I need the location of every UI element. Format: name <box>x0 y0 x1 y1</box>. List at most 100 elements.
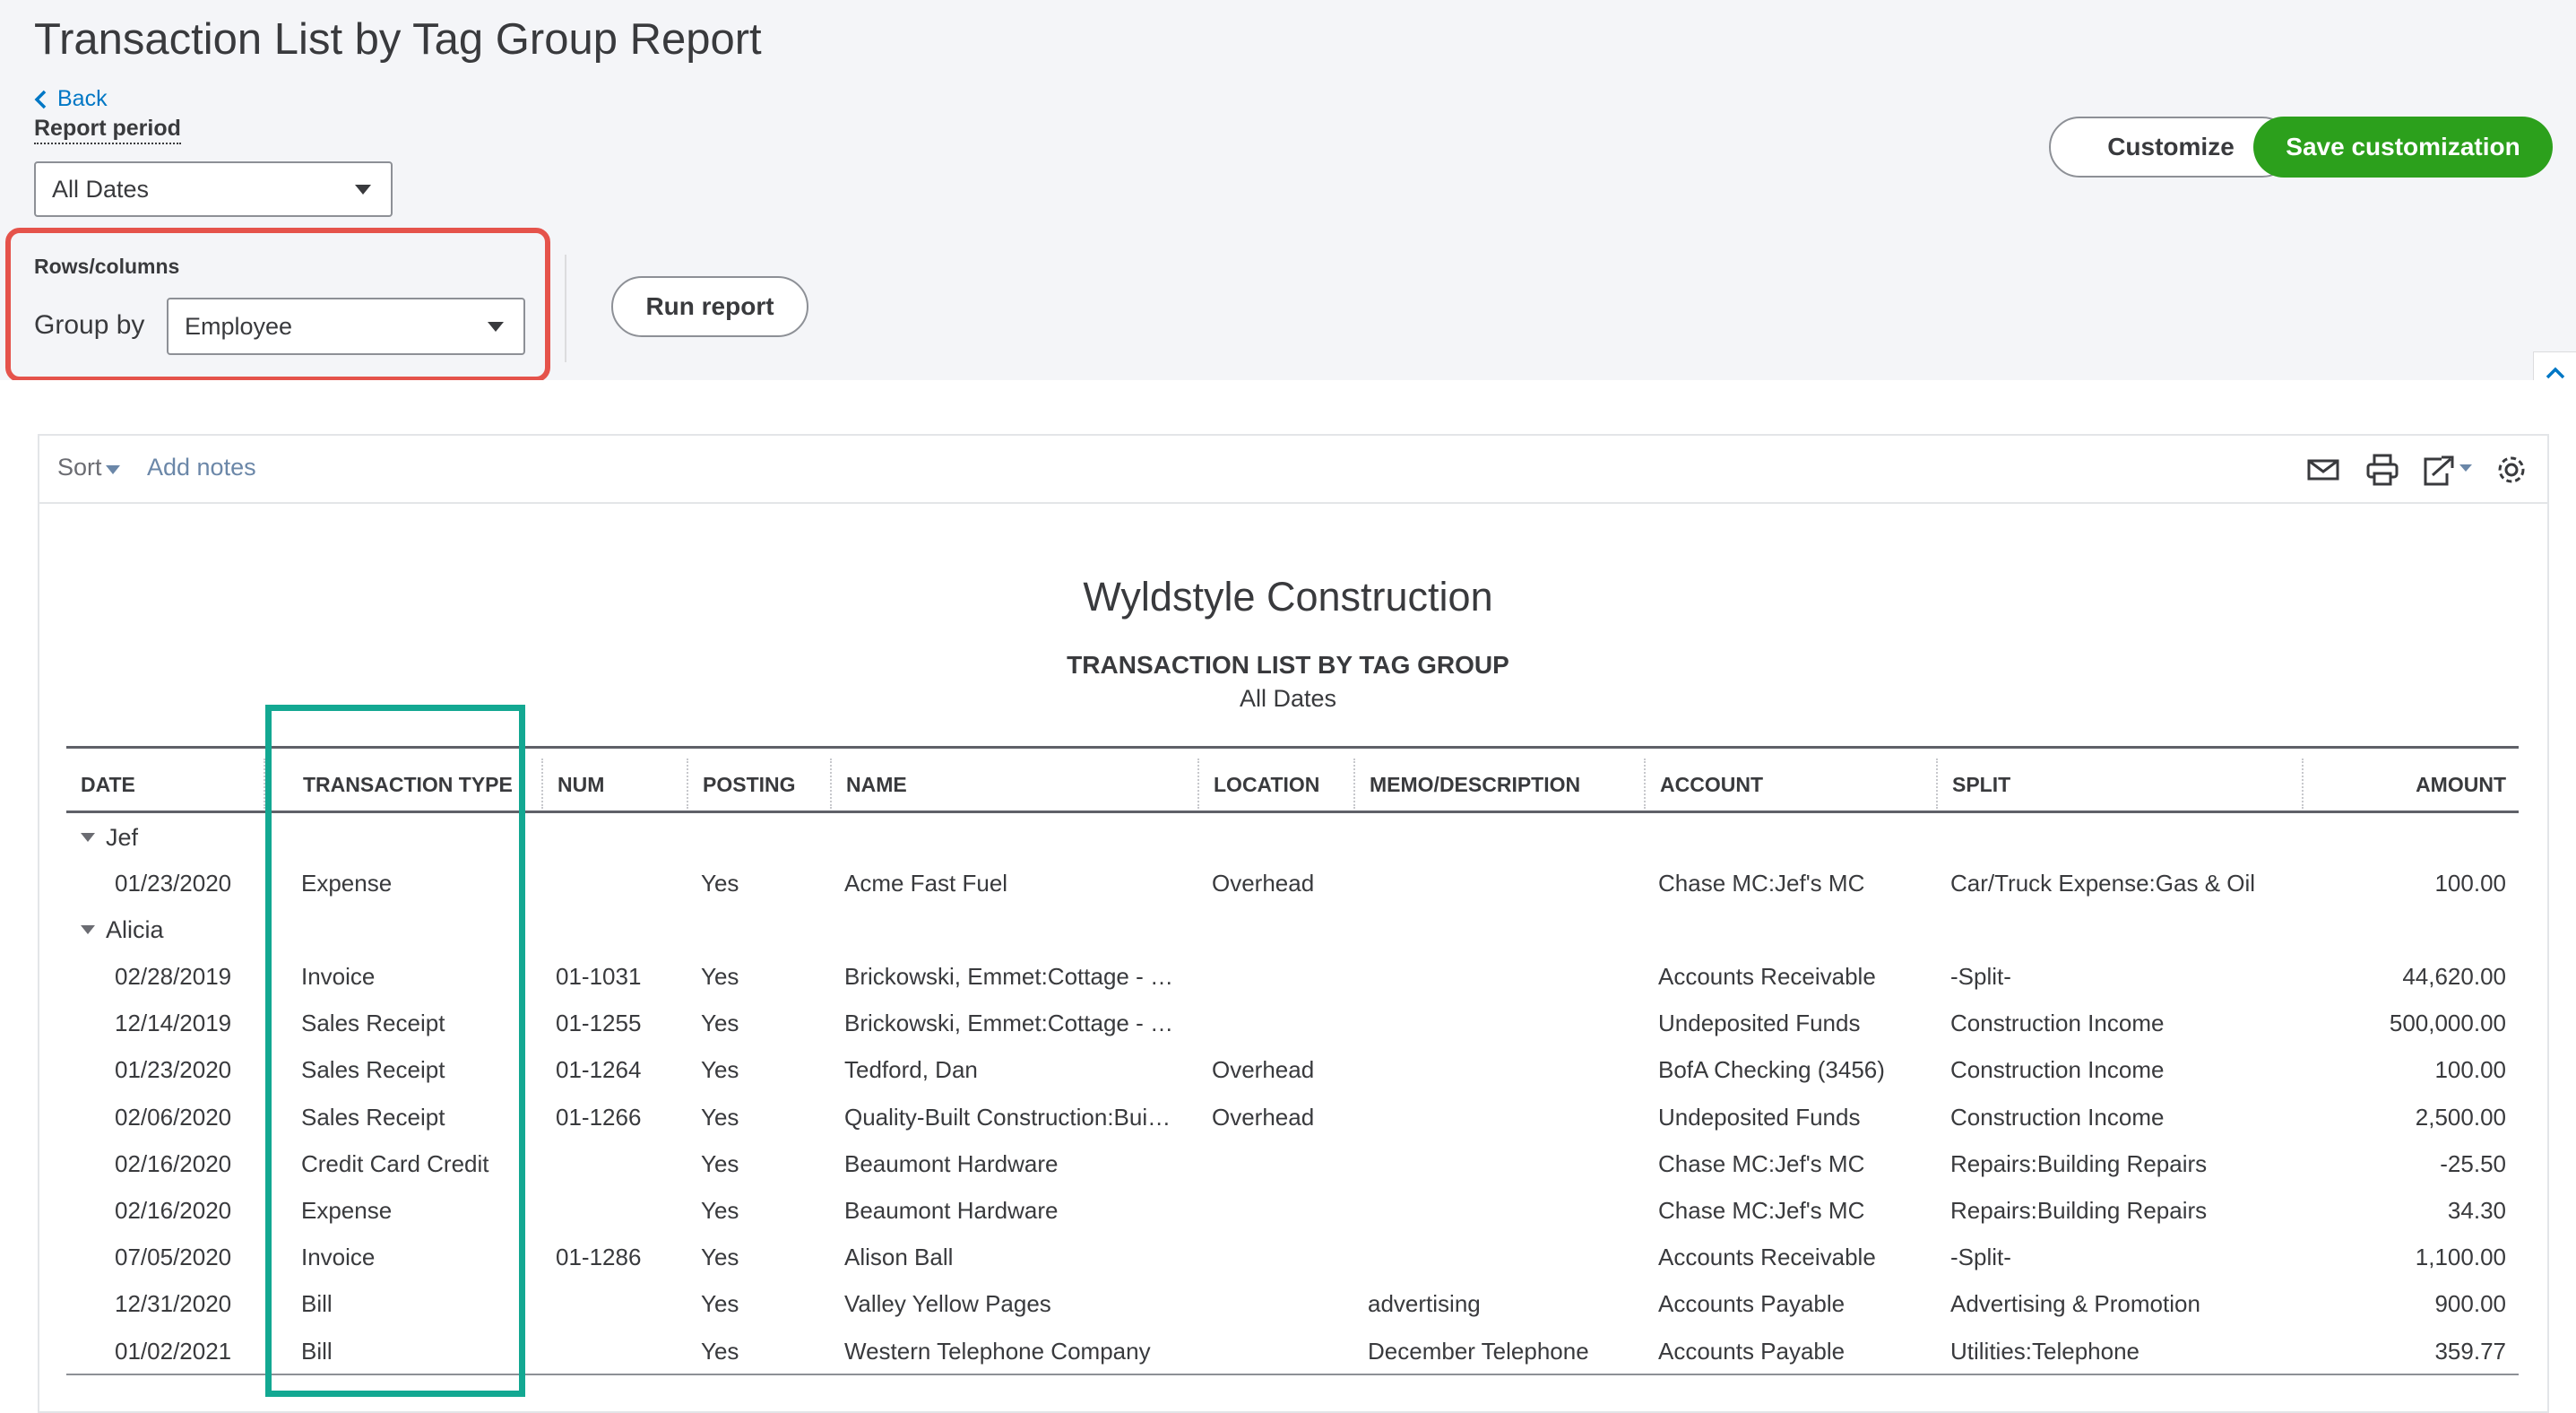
cell-num: 01-1266 <box>556 1104 642 1131</box>
cell-name: Tedford, Dan <box>844 1056 978 1083</box>
back-link[interactable]: Back <box>34 86 108 112</box>
cell-amount[interactable]: 100.00 <box>2434 1052 2506 1088</box>
cell-amount[interactable]: 1,100.00 <box>2416 1239 2506 1275</box>
cell-account: Accounts Payable <box>1658 1290 1846 1317</box>
column-header-name[interactable]: NAME <box>846 773 907 797</box>
cell-date: 07/05/2020 <box>115 1244 232 1270</box>
cell-amount[interactable]: 2,500.00 <box>2416 1099 2506 1135</box>
report-period-select[interactable]: All Dates <box>34 161 393 217</box>
cell-amount[interactable]: 44,620.00 <box>2402 958 2506 994</box>
column-header-posting[interactable]: POSTING <box>703 773 796 797</box>
cell-num: 01-1286 <box>556 1244 642 1270</box>
caret-down-icon <box>355 185 371 195</box>
cell-name: Western Telephone Company <box>844 1338 1151 1365</box>
cell-posting: Yes <box>701 1290 739 1317</box>
group-row-alicia[interactable]: Alicia <box>81 912 164 948</box>
caret-down-icon <box>488 322 504 332</box>
column-separator <box>1353 759 1355 809</box>
cell-split: Construction Income <box>1950 1010 2165 1036</box>
print-icon[interactable] <box>2364 452 2400 488</box>
column-header-date[interactable]: DATE <box>81 773 135 797</box>
cell-posting: Yes <box>701 1056 739 1083</box>
column-separator <box>830 759 832 809</box>
column-header-amount[interactable]: AMOUNT <box>2416 773 2506 797</box>
cell-name: Brickowski, Emmet:Cottage - … <box>844 963 1173 990</box>
cell-amount[interactable]: 34.30 <box>2448 1192 2506 1228</box>
cell-account: Undeposited Funds <box>1658 1010 1861 1036</box>
cell-date: 02/16/2020 <box>115 1197 232 1224</box>
cell-date: 01/23/2020 <box>115 870 232 897</box>
cell-amount[interactable]: 900.00 <box>2434 1286 2506 1322</box>
cell-amount[interactable]: 359.77 <box>2434 1333 2506 1369</box>
collapse-triangle-icon <box>81 925 95 934</box>
cell-split: Utilities:Telephone <box>1950 1338 2140 1365</box>
cell-account: Accounts Payable <box>1658 1338 1846 1365</box>
report-toolbar <box>38 434 2549 504</box>
column-separator <box>541 759 543 809</box>
cell-account: Undeposited Funds <box>1658 1104 1861 1131</box>
cell-amount[interactable]: -25.50 <box>2440 1146 2506 1182</box>
cell-account: Accounts Receivable <box>1658 963 1876 990</box>
column-header-account[interactable]: ACCOUNT <box>1660 773 1763 797</box>
column-header-memo[interactable]: MEMO/DESCRIPTION <box>1370 773 1580 797</box>
column-separator <box>1197 759 1199 809</box>
save-customization-button[interactable]: Save customization <box>2253 117 2553 178</box>
cell-posting: Yes <box>701 1150 739 1177</box>
column-header-location[interactable]: LOCATION <box>1214 773 1319 797</box>
cell-posting: Yes <box>701 870 739 897</box>
cell-split: Construction Income <box>1950 1056 2165 1083</box>
group-row-jef[interactable]: Jef <box>81 819 138 855</box>
cell-amount[interactable]: 100.00 <box>2434 865 2506 901</box>
column-header-num[interactable]: NUM <box>558 773 604 797</box>
report-name: TRANSACTION LIST BY TAG GROUP <box>1067 651 1509 679</box>
group-by-select[interactable]: Employee <box>167 298 525 355</box>
cell-date: 02/06/2020 <box>115 1104 232 1131</box>
column-header-split[interactable]: SPLIT <box>1952 773 2010 797</box>
cell-account: Chase MC:Jef's MC <box>1658 870 1865 897</box>
page-title: Transaction List by Tag Group Report <box>34 15 762 64</box>
cell-name: Beaumont Hardware <box>844 1150 1059 1177</box>
group-name: Jef <box>106 823 139 851</box>
sort-button[interactable]: Sort <box>57 454 120 481</box>
cell-date: 02/16/2020 <box>115 1150 232 1177</box>
cell-account: Chase MC:Jef's MC <box>1658 1150 1865 1177</box>
column-separator <box>2302 759 2304 809</box>
cell-posting: Yes <box>701 1010 739 1036</box>
column-separator <box>1936 759 1938 809</box>
cell-amount[interactable]: 500,000.00 <box>2390 1005 2506 1041</box>
cell-location: Overhead <box>1212 1056 1315 1083</box>
column-separator <box>687 759 688 809</box>
group-by-value: Employee <box>185 312 293 340</box>
email-icon[interactable] <box>2305 452 2341 488</box>
report-period-value: All Dates <box>52 175 150 203</box>
cell-memo: December Telephone <box>1368 1338 1589 1365</box>
cell-num: 01-1264 <box>556 1056 642 1083</box>
company-name: Wyldstyle Construction <box>1083 574 1493 620</box>
cell-posting: Yes <box>701 1104 739 1131</box>
chevron-left-icon <box>34 90 47 108</box>
cell-posting: Yes <box>701 1197 739 1224</box>
export-icon[interactable] <box>2420 452 2474 488</box>
cell-split: -Split- <box>1950 963 2011 990</box>
add-notes-link[interactable]: Add notes <box>147 454 256 481</box>
cell-account: Accounts Receivable <box>1658 1244 1876 1270</box>
cell-name: Valley Yellow Pages <box>844 1290 1051 1317</box>
cell-name: Alison Ball <box>844 1244 954 1270</box>
settings-icon[interactable] <box>2494 452 2529 488</box>
cell-split: Repairs:Building Repairs <box>1950 1150 2208 1177</box>
cell-name: Quality-Built Construction:Bui… <box>844 1104 1171 1131</box>
cell-split: Advertising & Promotion <box>1950 1290 2200 1317</box>
column-separator <box>1644 759 1646 809</box>
cell-num: 01-1031 <box>556 963 642 990</box>
vertical-divider <box>565 255 566 362</box>
group-by-label: Group by <box>34 310 145 340</box>
sort-label: Sort <box>57 454 102 481</box>
cell-posting: Yes <box>701 1244 739 1270</box>
run-report-button[interactable]: Run report <box>611 276 808 337</box>
transaction-type-highlight <box>265 705 525 1397</box>
cell-name: Beaumont Hardware <box>844 1197 1059 1224</box>
collapse-triangle-icon <box>81 833 95 842</box>
cell-split: -Split- <box>1950 1244 2011 1270</box>
chevron-up-icon <box>2546 367 2564 379</box>
cell-location: Overhead <box>1212 1104 1315 1131</box>
